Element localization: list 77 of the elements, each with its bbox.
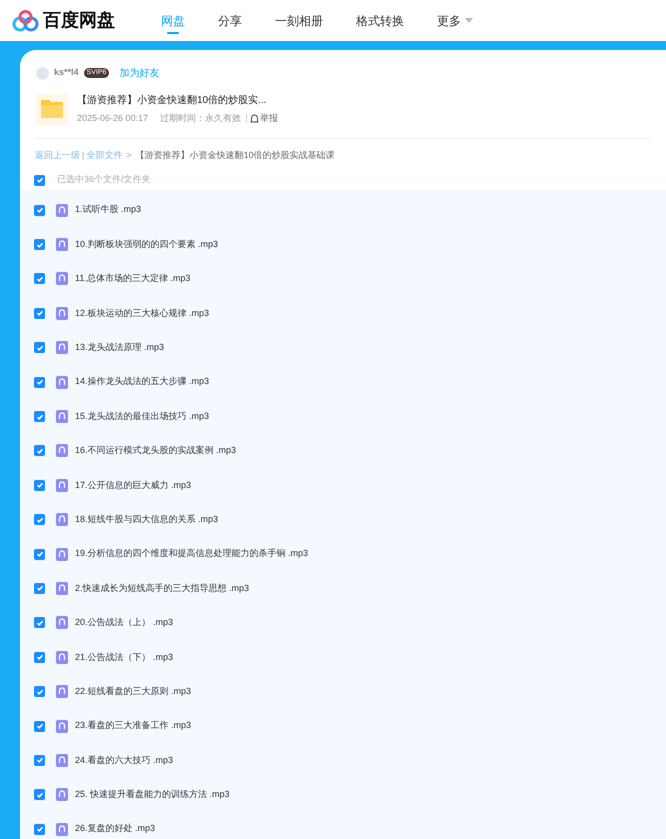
avatar (36, 66, 49, 80)
checkbox[interactable] (34, 582, 45, 594)
alarm-icon (250, 114, 260, 124)
audio-file-icon (56, 272, 68, 286)
checkbox[interactable] (34, 548, 45, 560)
file-name[interactable]: 13.龙头战法原理 .mp3 (75, 341, 164, 354)
nav-tab[interactable]: 格式转换 (353, 0, 407, 41)
audio-file-icon (56, 306, 68, 320)
file-name[interactable]: 14.操作龙头战法的五大步骤 .mp3 (75, 375, 210, 389)
nav-tab[interactable]: 分享 (215, 0, 245, 41)
checkbox[interactable] (34, 720, 45, 732)
folder-icon (36, 94, 68, 125)
checkbox[interactable] (34, 308, 45, 319)
checkbox[interactable] (34, 376, 45, 388)
current-folder: 【游资推荐】小资金快速翻10倍的炒股实战基础课 (136, 148, 335, 162)
file-name[interactable]: 11.总体市场的三大定律 .mp3 (75, 272, 190, 286)
checkbox[interactable] (34, 617, 45, 628)
checkbox[interactable] (34, 754, 45, 766)
audio-file-icon (56, 822, 68, 836)
file-name[interactable]: 23.看盘的三大准备工作 .mp3 (75, 719, 192, 733)
file-name[interactable]: 19.分析信息的四个维度和提高信息处理能力的杀手锏 .mp3 (75, 547, 308, 561)
share-date: 2025-06-26 00:17 (77, 112, 148, 125)
checkbox[interactable] (34, 342, 45, 354)
file-name[interactable]: 20.公告战法（上） .mp3 (75, 616, 174, 630)
checkbox[interactable] (34, 239, 45, 250)
audio-file-icon (56, 754, 68, 767)
audio-file-icon (56, 788, 68, 802)
audio-file-icon (56, 548, 68, 561)
audio-file-icon (56, 410, 68, 424)
checkbox[interactable] (34, 411, 45, 422)
file-name[interactable]: 18.短线牛股与四大信息的关系 .mp3 (75, 512, 218, 526)
sharer-name: ks**l4 (54, 66, 79, 80)
checkbox[interactable] (34, 789, 45, 800)
file-name[interactable]: 16.不同运行模式龙头股的实战案例 .mp3 (75, 444, 236, 458)
report-button[interactable]: 举报 (250, 112, 278, 126)
caret-icon (465, 18, 473, 23)
audio-file-icon (56, 376, 68, 389)
file-name[interactable]: 15.龙头战法的最佳出场技巧 .mp3 (75, 410, 210, 424)
file-name[interactable]: 25. 快速提升看盘能力的训练方法 .mp3 (75, 788, 230, 802)
checkbox[interactable] (34, 514, 45, 526)
checkbox[interactable] (34, 204, 45, 216)
arrow-text: > (126, 148, 132, 162)
file-name[interactable]: 12.板块运动的三大核心规律 .mp3 (75, 306, 210, 320)
file-name[interactable]: 17.公开信息的巨大威力 .mp3 (75, 478, 192, 492)
file-name[interactable]: 22.短线看盘的三大原则 .mp3 (75, 684, 192, 698)
share-title: 【游资推荐】小资金快速翻10倍的炒股实... (77, 94, 268, 108)
file-name[interactable]: 26.复盘的好处 .mp3 (75, 822, 156, 836)
nav-tab[interactable]: 一刻相册 (272, 0, 326, 41)
audio-file-icon (56, 204, 68, 217)
selection-count: 已选中36个文件/文件夹 (57, 173, 151, 186)
audio-file-icon (56, 685, 68, 698)
audio-file-icon (56, 616, 68, 630)
audio-file-icon (56, 238, 68, 252)
file-name[interactable]: 21.公告战法（下） .mp3 (75, 650, 174, 664)
audio-file-icon (56, 582, 68, 595)
separator-text: | (82, 148, 84, 162)
checkbox[interactable] (34, 273, 45, 284)
brand-name: 百度网盘 (43, 9, 116, 32)
file-name[interactable]: 10.判断板块强弱的的四个要素 .mp3 (75, 238, 218, 252)
file-name[interactable]: 1.试听牛股 .mp3 (75, 203, 142, 217)
audio-file-icon (56, 650, 68, 664)
checkbox[interactable] (34, 445, 45, 456)
file-name[interactable]: 24.看盘的六大技巧 .mp3 (75, 754, 174, 768)
expiry-text: 过期时间：永久有效 (160, 112, 242, 125)
logo-icon (12, 10, 39, 32)
audio-file-icon (56, 720, 68, 733)
checkbox[interactable] (34, 824, 45, 835)
audio-file-icon (56, 444, 68, 458)
nav-tab[interactable]: 更多 (434, 0, 476, 41)
audio-file-icon (56, 513, 68, 526)
checkbox[interactable] (34, 652, 45, 663)
checkbox[interactable] (34, 480, 45, 491)
checkbox[interactable] (34, 174, 45, 186)
audio-file-icon (56, 478, 68, 492)
audio-file-icon (56, 341, 68, 354)
checkbox[interactable] (34, 686, 45, 698)
file-name[interactable]: 2.快速成长为短线高手的三大指导思想 .mp3 (75, 582, 250, 596)
